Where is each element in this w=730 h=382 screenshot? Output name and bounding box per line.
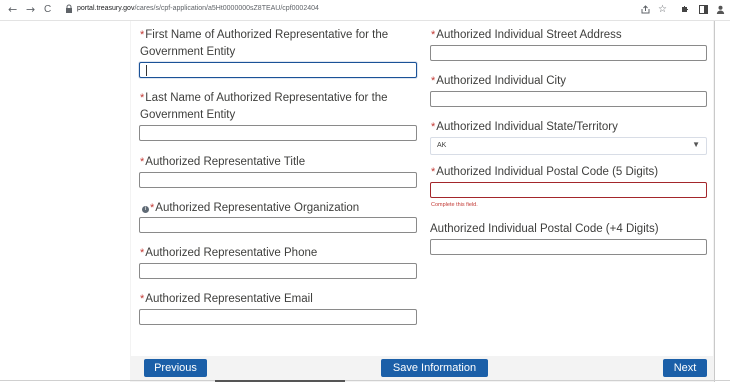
last-name-input[interactable] — [139, 125, 417, 141]
organization-label: *Authorized Representative Organization — [150, 202, 360, 214]
last-name-label: *Last Name of Authorized Representative … — [140, 92, 388, 121]
text-caret — [146, 65, 147, 76]
city-input[interactable] — [430, 91, 707, 107]
postal-code-error: Complete this field. — [431, 202, 478, 208]
next-button[interactable]: Next — [663, 359, 707, 377]
scrollbar-track[interactable] — [714, 21, 730, 382]
required-marker: * — [140, 29, 145, 41]
organization-input[interactable] — [139, 217, 417, 233]
save-button[interactable]: Save Information — [381, 359, 488, 377]
horizontal-scrollbar[interactable] — [0, 380, 730, 381]
email-label: *Authorized Representative Email — [140, 293, 313, 305]
email-input[interactable] — [139, 309, 417, 325]
postal-code-label: *Authorized Individual Postal Code (5 Di… — [431, 166, 659, 178]
address-bar[interactable]: portal.treasury.gov/cares/s/cpf-applicat… — [77, 5, 319, 12]
previous-button[interactable]: Previous — [144, 359, 207, 377]
url-path: /cares/s/cpf-application/a5Ht0000000sZ8T… — [134, 5, 319, 12]
info-icon[interactable]: i — [142, 206, 149, 213]
chevron-down-icon: ▼ — [692, 140, 700, 149]
postal-code-input[interactable] — [430, 182, 707, 198]
city-label: *Authorized Individual City — [431, 75, 567, 87]
star-icon[interactable]: ☆ — [658, 3, 667, 16]
street-label: *Authorized Individual Street Address — [431, 29, 622, 41]
state-select-value: AK — [437, 142, 447, 149]
back-icon[interactable]: ← — [8, 3, 17, 16]
share-icon[interactable] — [641, 5, 650, 14]
browser-toolbar: ← → C portal.treasury.gov/cares/s/cpf-ap… — [0, 0, 730, 21]
title-label: *Authorized Representative Title — [140, 156, 306, 168]
extensions-icon[interactable] — [680, 5, 689, 14]
phone-label: *Authorized Representative Phone — [140, 247, 318, 259]
sidebar-icon[interactable] — [699, 5, 708, 14]
forward-icon[interactable]: → — [26, 3, 35, 16]
first-name-input[interactable] — [139, 62, 417, 78]
phone-input[interactable] — [139, 263, 417, 279]
street-input[interactable] — [430, 45, 707, 61]
postal-code-4-input[interactable] — [430, 239, 707, 255]
state-label: *Authorized Individual State/Territory — [431, 121, 618, 133]
reload-icon[interactable]: C — [44, 3, 51, 16]
lock-icon — [66, 4, 72, 13]
first-name-label: *First Name of Authorized Representative… — [140, 29, 389, 58]
url-host: portal.treasury.gov — [77, 5, 135, 12]
title-input[interactable] — [139, 172, 417, 188]
postal-code-4-label: Authorized Individual Postal Code (+4 Di… — [430, 223, 659, 235]
profile-icon[interactable] — [716, 5, 725, 14]
state-select[interactable]: AK ▼ — [430, 137, 707, 155]
page-margin-left — [0, 21, 130, 382]
